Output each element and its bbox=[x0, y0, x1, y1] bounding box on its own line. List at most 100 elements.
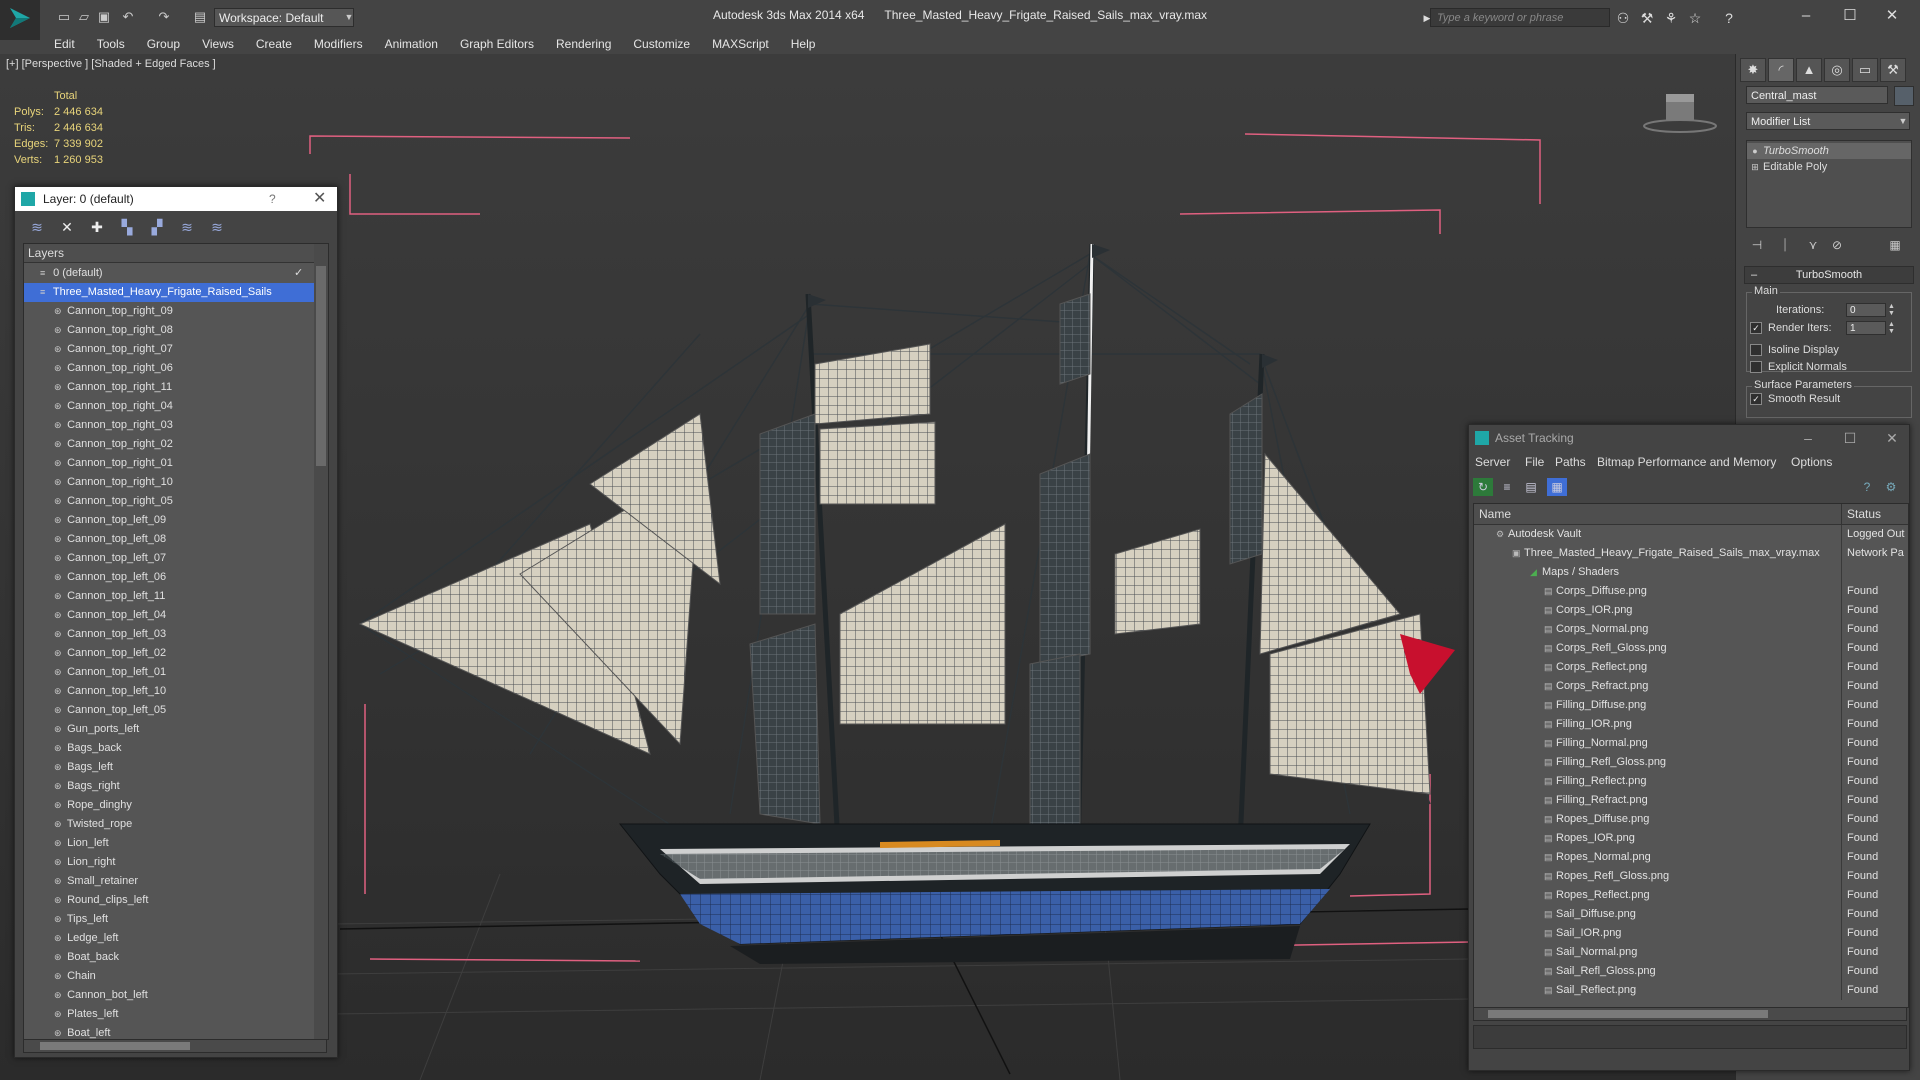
pin-stack-icon[interactable]: ⊣ bbox=[1748, 238, 1766, 254]
binoculars-icon[interactable]: ⚇ bbox=[1614, 9, 1632, 27]
scrollbar-thumb[interactable] bbox=[40, 1042, 190, 1050]
asset-menu-server[interactable]: Server bbox=[1475, 455, 1510, 469]
display-tab-icon[interactable]: ▭ bbox=[1852, 58, 1878, 82]
viewcube-icon[interactable] bbox=[1643, 94, 1717, 133]
layer-object-row[interactable]: ⊛ Cannon_top_right_02 bbox=[24, 435, 328, 454]
layer-object-row[interactable]: ⊛ Cannon_top_right_03 bbox=[24, 416, 328, 435]
help-icon[interactable]: ? bbox=[1857, 478, 1877, 496]
layer-object-row[interactable]: ⊛ Cannon_top_left_07 bbox=[24, 549, 328, 568]
asset-tracking-window[interactable]: Asset Tracking – ☐ ✕ Server File Paths B… bbox=[1468, 424, 1910, 1071]
layer-object-row[interactable]: ⊛ Chain bbox=[24, 967, 328, 986]
asset-row[interactable]: ▤ Filling_Refl_Gloss.png Found bbox=[1474, 753, 1908, 772]
asset-table[interactable]: Name Status ⚙ Autodesk Vault Logged Out ▣ Th… bbox=[1473, 503, 1909, 1008]
layer-object-row[interactable]: ⊛ Cannon_top_left_06 bbox=[24, 568, 328, 587]
layer-object-row[interactable]: ⊛ Lion_left bbox=[24, 834, 328, 853]
stack-item-editable-poly[interactable]: ⊞ Editable Poly bbox=[1747, 159, 1911, 175]
layer-object-row[interactable]: ⊛ Cannon_top_left_02 bbox=[24, 644, 328, 663]
asset-horizontal-scrollbar[interactable] bbox=[1473, 1007, 1907, 1021]
layer-object-row[interactable]: ⊛ Ledge_left bbox=[24, 929, 328, 948]
layer-object-row[interactable]: ⊛ Cannon_top_right_01 bbox=[24, 454, 328, 473]
delete-layer-icon[interactable]: ✕ bbox=[57, 218, 77, 236]
layer-explorer-window[interactable]: Layer: 0 (default) ? ✕ ≋ ✕ ✚ ▚ ▞ ≋ ≋ Lay… bbox=[14, 186, 338, 1058]
asset-row[interactable]: ▤ Ropes_Refl_Gloss.png Found bbox=[1474, 867, 1908, 886]
hide-layers-icon[interactable]: ≋ bbox=[177, 218, 197, 236]
layer-object-row[interactable]: ⊛ Twisted_rope bbox=[24, 815, 328, 834]
stack-item-turbosmooth[interactable]: ● TurboSmooth bbox=[1747, 143, 1911, 159]
maximize-icon[interactable]: ☐ bbox=[1830, 4, 1870, 28]
close-icon[interactable]: ✕ bbox=[313, 187, 326, 211]
communication-icon[interactable]: ⚘ bbox=[1662, 9, 1680, 27]
remove-modifier-icon[interactable]: ⊘ bbox=[1828, 238, 1846, 254]
menu-help[interactable]: Help bbox=[780, 34, 827, 54]
layer-object-row[interactable]: ⊛ Tips_left bbox=[24, 910, 328, 929]
layer-object-row[interactable]: ⊛ Cannon_top_left_08 bbox=[24, 530, 328, 549]
status-column-header[interactable]: Status bbox=[1842, 504, 1908, 524]
table-view-icon[interactable]: ▦ bbox=[1547, 478, 1567, 496]
asset-row[interactable]: ⚙ Autodesk Vault Logged Out bbox=[1474, 525, 1908, 544]
asset-row[interactable]: ▤ Filling_Reflect.png Found bbox=[1474, 772, 1908, 791]
smooth-result-checkbox[interactable]: ✓ bbox=[1750, 393, 1762, 406]
maximize-icon[interactable]: ☐ bbox=[1835, 425, 1865, 451]
menu-edit[interactable]: Edit bbox=[40, 34, 86, 54]
asset-row[interactable]: ▤ Sail_Diffuse.png Found bbox=[1474, 905, 1908, 924]
create-layer-icon[interactable]: ≋ bbox=[27, 218, 47, 236]
layers-list[interactable]: Layers ≡ 0 (default) ✓ ≡ Three_Masted_Heav… bbox=[23, 243, 329, 1040]
layer-object-row[interactable]: ⊛ Cannon_top_left_11 bbox=[24, 587, 328, 606]
add-to-layer-icon[interactable]: ✚ bbox=[87, 218, 107, 236]
highlight-layer-icon[interactable]: ▞ bbox=[147, 218, 167, 236]
tree-view-icon[interactable]: ▤ bbox=[1521, 478, 1541, 496]
layer-object-row[interactable]: ⊛ Cannon_top_right_10 bbox=[24, 473, 328, 492]
modifier-stack[interactable]: ● TurboSmooth ⊞ Editable Poly bbox=[1746, 140, 1912, 228]
render-iters-checkbox[interactable]: ✓ bbox=[1750, 322, 1762, 335]
current-layer-check-icon[interactable]: ✓ bbox=[294, 264, 303, 283]
minimize-icon[interactable]: – bbox=[1793, 425, 1823, 451]
name-column-header[interactable]: Name bbox=[1474, 504, 1842, 524]
close-icon[interactable]: ✕ bbox=[1872, 4, 1912, 28]
help-icon[interactable]: ? bbox=[269, 187, 276, 211]
layers-vertical-scrollbar[interactable] bbox=[314, 244, 328, 1039]
asset-row[interactable]: ◢ Maps / Shaders bbox=[1474, 563, 1908, 582]
lightbulb-icon[interactable]: ● bbox=[1747, 143, 1763, 159]
expand-plus-icon[interactable]: ⊞ bbox=[1747, 159, 1763, 175]
menu-customize[interactable]: Customize bbox=[622, 34, 701, 54]
utilities-tab-icon[interactable]: ⚒ bbox=[1880, 58, 1906, 82]
layer-object-row[interactable]: ⊛ Bags_right bbox=[24, 777, 328, 796]
layer-object-row[interactable]: ⊛ Cannon_top_left_09 bbox=[24, 511, 328, 530]
configure-sets-icon[interactable]: ▦ bbox=[1886, 238, 1904, 254]
layer-object-row[interactable]: ⊛ Cannon_bot_left bbox=[24, 986, 328, 1005]
asset-row[interactable]: ▤ Filling_Diffuse.png Found bbox=[1474, 696, 1908, 715]
modifier-list-dropdown[interactable]: Modifier List bbox=[1746, 112, 1910, 130]
object-color-swatch[interactable] bbox=[1894, 86, 1914, 106]
menu-views[interactable]: Views bbox=[191, 34, 245, 54]
close-icon[interactable]: ✕ bbox=[1877, 425, 1907, 451]
layer-object-row[interactable]: ⊛ Gun_ports_left bbox=[24, 720, 328, 739]
subscription-icon[interactable]: ⚒ bbox=[1638, 9, 1656, 27]
hierarchy-tab-icon[interactable]: ▲ bbox=[1796, 58, 1822, 82]
asset-row[interactable]: ▤ Ropes_Normal.png Found bbox=[1474, 848, 1908, 867]
asset-row[interactable]: ▤ Corps_Refract.png Found bbox=[1474, 677, 1908, 696]
layer-object-row[interactable]: ⊛ Cannon_top_left_04 bbox=[24, 606, 328, 625]
object-name-field[interactable]: Central_mast bbox=[1746, 86, 1888, 104]
layer-row-default[interactable]: ≡ 0 (default) ✓ bbox=[24, 264, 328, 283]
favorites-star-icon[interactable]: ☆ bbox=[1686, 9, 1704, 27]
list-view-icon[interactable]: ≡ bbox=[1497, 478, 1517, 496]
layer-object-row[interactable]: ⊛ Small_retainer bbox=[24, 872, 328, 891]
layer-object-row[interactable]: ⊛ Cannon_top_right_08 bbox=[24, 321, 328, 340]
layer-object-row[interactable]: ⊛ Bags_left bbox=[24, 758, 328, 777]
turbosmooth-rollout-header[interactable]: – TurboSmooth bbox=[1744, 266, 1914, 284]
smooth-result-row[interactable]: ✓ Smooth Result bbox=[1750, 393, 1840, 406]
layer-object-row[interactable]: ⊛ Boat_back bbox=[24, 948, 328, 967]
search-input[interactable]: Type a keyword or phrase bbox=[1430, 8, 1610, 27]
menu-modifiers[interactable]: Modifiers bbox=[303, 34, 374, 54]
render-iters-spinner[interactable]: 1 bbox=[1846, 321, 1886, 335]
motion-tab-icon[interactable]: ◎ bbox=[1824, 58, 1850, 82]
asset-row[interactable]: ▤ Ropes_Diffuse.png Found bbox=[1474, 810, 1908, 829]
asset-row[interactable]: ▤ Corps_Refl_Gloss.png Found bbox=[1474, 639, 1908, 658]
asset-row[interactable]: ▤ Ropes_IOR.png Found bbox=[1474, 829, 1908, 848]
menu-maxscript[interactable]: MAXScript bbox=[701, 34, 780, 54]
asset-menu-file[interactable]: File bbox=[1525, 455, 1544, 469]
layer-object-row[interactable]: ⊛ Boat_left bbox=[24, 1024, 328, 1039]
layer-object-row[interactable]: ⊛ Plates_left bbox=[24, 1005, 328, 1024]
asset-row[interactable]: ▤ Filling_Normal.png Found bbox=[1474, 734, 1908, 753]
layer-object-row[interactable]: ⊛ Bags_back bbox=[24, 739, 328, 758]
